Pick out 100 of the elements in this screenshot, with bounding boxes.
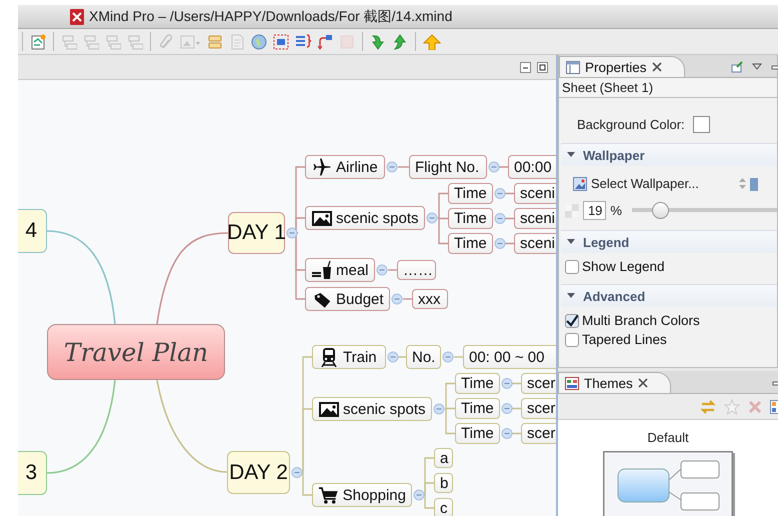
topic-node[interactable]: a	[434, 448, 453, 468]
collapse-icon[interactable]	[494, 238, 506, 249]
topic-node[interactable]: Time	[455, 398, 500, 419]
topic-node[interactable]: No.	[406, 345, 441, 369]
collapse-icon[interactable]	[286, 228, 298, 238]
select-wallpaper-button[interactable]: Select Wallpaper...	[591, 176, 699, 191]
topic-node[interactable]: Train	[312, 345, 386, 369]
slider-thumb[interactable]	[652, 202, 669, 219]
document-icon[interactable]	[30, 34, 46, 50]
topic-label: sceni	[520, 210, 556, 227]
connector-line	[498, 166, 508, 168]
collapse-icon[interactable]	[502, 428, 512, 439]
topic-label: sceni	[520, 235, 556, 252]
topic-node[interactable]: scenic spots	[312, 397, 432, 421]
topic-label: ……	[403, 262, 433, 278]
up-arrow-icon[interactable]	[392, 34, 408, 50]
summary-icon[interactable]	[295, 34, 311, 50]
topic-label: Time	[461, 400, 494, 417]
topic-label: scer	[527, 375, 556, 392]
collapse-icon[interactable]	[414, 490, 424, 500]
topic-node[interactable]: scer	[521, 398, 556, 419]
topic-node[interactable]: b	[434, 473, 453, 493]
topic-label: Time	[461, 425, 494, 442]
collapse-icon[interactable]	[376, 264, 388, 276]
close-icon[interactable]	[638, 378, 648, 388]
topic-node[interactable]: Flight No.	[409, 155, 487, 179]
minimize-icon[interactable]	[520, 62, 531, 72]
topic-node[interactable]: xxx	[412, 289, 448, 309]
collapse-icon[interactable]	[434, 404, 444, 414]
topic-node[interactable]: DAY 1	[228, 212, 285, 254]
down-arrow-icon[interactable]	[370, 34, 386, 50]
topic-node[interactable]: Airline	[305, 155, 385, 179]
stepper-icon[interactable]	[738, 178, 746, 189]
topic-node[interactable]: c	[434, 498, 453, 516]
section-header[interactable]: Legend	[561, 230, 777, 253]
topic-node[interactable]: Time	[455, 423, 500, 444]
star-icon[interactable]	[724, 398, 740, 414]
opacity-field[interactable]: 19	[582, 201, 606, 220]
topic-label: scer	[527, 425, 556, 442]
theme-name: Default	[647, 430, 689, 445]
topic-node[interactable]: 00:00	[508, 155, 556, 179]
topic-node[interactable]: Time	[448, 183, 493, 204]
topic-node[interactable]: scer	[521, 373, 556, 394]
collapse-icon[interactable]	[426, 212, 438, 224]
topic-node[interactable]: meal	[305, 258, 375, 282]
collapse-icon[interactable]	[442, 352, 454, 362]
connector-line	[396, 356, 406, 358]
collapse-icon[interactable]	[388, 352, 398, 362]
collapse-icon[interactable]	[292, 467, 302, 478]
topic-node[interactable]: Time	[448, 208, 493, 229]
topic-node[interactable]: 4	[18, 209, 47, 253]
globe-icon[interactable]	[251, 34, 267, 50]
topic-node[interactable]: 00: 00 ~ 00	[463, 345, 556, 369]
section-header[interactable]: Advanced	[561, 284, 777, 307]
checkbox[interactable]	[565, 332, 579, 346]
collapse-icon[interactable]	[502, 378, 512, 389]
topic-node[interactable]: scenic spots	[305, 206, 425, 230]
delete-icon[interactable]	[748, 400, 762, 414]
topic-node[interactable]: DAY 2	[227, 451, 290, 494]
topic-label: Shopping	[342, 486, 406, 504]
topic-node[interactable]: Travel Plan	[47, 324, 225, 380]
topic-label: DAY 2	[229, 460, 288, 484]
topic-node[interactable]: ……	[397, 260, 436, 280]
section-title: Legend	[583, 234, 630, 250]
checkbox[interactable]	[565, 314, 579, 328]
theme-preview-drawing[interactable]	[603, 451, 733, 516]
topic-label: Budget	[336, 290, 384, 308]
collapse-icon[interactable]	[494, 188, 506, 199]
color-swatch[interactable]	[692, 116, 710, 133]
shopping-cart-icon	[318, 485, 339, 505]
topic-node[interactable]: 3	[18, 451, 47, 495]
view-tab[interactable]: Properties	[559, 56, 685, 77]
close-icon[interactable]	[652, 62, 662, 72]
topic-node[interactable]: Time	[448, 233, 493, 254]
pin-icon[interactable]	[731, 61, 743, 73]
topic-node[interactable]: sceni	[514, 233, 556, 254]
app-logo-icon	[70, 8, 84, 24]
collapse-icon[interactable]	[392, 294, 402, 304]
section-header[interactable]: Wallpaper	[561, 143, 777, 166]
up-arrow-icon[interactable]	[423, 34, 441, 50]
stack-icon[interactable]	[207, 34, 223, 50]
checkbox[interactable]	[565, 260, 579, 274]
topic-node[interactable]: Shopping	[312, 483, 412, 507]
topic-label: a	[440, 450, 448, 466]
swap-arrows-icon[interactable]	[700, 398, 716, 414]
topic-node[interactable]: scer	[521, 423, 556, 444]
collapse-icon[interactable]	[502, 403, 512, 414]
topic-node[interactable]: Time	[455, 373, 500, 394]
topic-node[interactable]: sceni	[514, 208, 556, 229]
view-tab[interactable]: Themes	[558, 372, 671, 393]
connector-line	[511, 382, 521, 384]
collapse-icon[interactable]	[386, 162, 398, 172]
boundary-icon[interactable]	[273, 34, 289, 50]
topic-node[interactable]: sceni	[514, 183, 556, 204]
collapse-icon[interactable]	[488, 162, 500, 172]
checkbox-label: Show Legend	[582, 259, 665, 274]
collapse-icon[interactable]	[494, 213, 506, 224]
relationship-icon[interactable]	[317, 34, 333, 50]
topic-node[interactable]: Budget	[305, 287, 390, 311]
maximize-icon[interactable]	[537, 62, 548, 72]
